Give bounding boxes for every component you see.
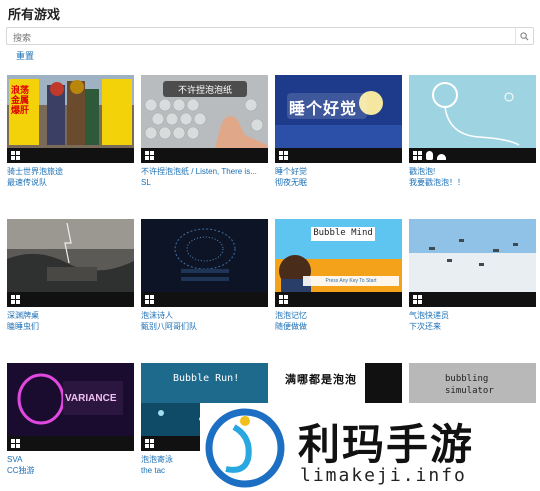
game-title[interactable]: 骑士世界泡旅途 [7, 166, 134, 177]
game-card[interactable]: VARIANCE SVA CC独游 [7, 363, 134, 476]
game-author[interactable]: 随便做做 [275, 321, 402, 332]
windows-icon [279, 151, 288, 160]
watermark: 利玛手游 limakeji.info [200, 403, 540, 491]
game-thumbnail[interactable] [409, 219, 536, 307]
thumb-caption: 满哪都是泡泡 [285, 374, 357, 386]
windows-icon [145, 439, 154, 448]
windows-icon [11, 439, 20, 448]
game-thumbnail[interactable]: VARIANCE [7, 363, 134, 451]
game-title[interactable]: 深渊牌桌 [7, 310, 134, 321]
platform-bar [7, 148, 134, 163]
platform-bar [409, 292, 536, 307]
search-button[interactable] [515, 28, 533, 44]
windows-icon [413, 151, 422, 160]
windows-icon [145, 295, 154, 304]
game-title[interactable]: 气泡快递员 [409, 310, 536, 321]
watermark-logo [205, 408, 285, 488]
game-thumbnail[interactable]: Bubble Mind Press Any Key To Start [275, 219, 402, 307]
game-card[interactable]: 泡沫诗人 甄别八阿哥们队 [141, 219, 268, 332]
game-author[interactable]: 甄别八阿哥们队 [141, 321, 268, 332]
game-title[interactable]: 泡沫诗人 [141, 310, 268, 321]
watermark-brand: 利玛手游 [298, 421, 475, 468]
game-thumbnail[interactable] [141, 219, 268, 307]
game-thumbnail[interactable]: 不许捏泡泡纸 [141, 75, 268, 163]
android-icon [437, 153, 446, 160]
game-title[interactable]: 不许捏泡泡纸 / Listen, There is... [141, 166, 268, 177]
thumb-caption: 睡个好觉 [289, 101, 358, 118]
platform-bar [7, 436, 134, 451]
page-title: 所有游戏 [8, 7, 61, 22]
linux-icon [426, 151, 433, 160]
game-card[interactable]: 深渊牌桌 瞌睡虫们 [7, 219, 134, 332]
game-card[interactable]: 戳泡泡! 我要戳泡泡！！ [409, 75, 536, 188]
game-thumbnail[interactable]: 睡个好觉 [275, 75, 402, 163]
watermark-domain: limakeji.info [300, 465, 467, 486]
game-title[interactable]: SVA [7, 454, 134, 465]
windows-icon [145, 151, 154, 160]
game-title[interactable]: 睡个好觉 [275, 166, 402, 177]
thumb-caption: 不许捏泡泡纸 [177, 85, 232, 95]
game-thumbnail[interactable]: 浪荡金属 爆肝 [7, 75, 134, 163]
thumb-caption: 浪荡金属 爆肝 [11, 85, 30, 115]
game-author[interactable]: 最速传说队 [7, 177, 134, 188]
thumb-caption: Bubble Run! [173, 373, 240, 384]
windows-icon [11, 151, 20, 160]
game-title[interactable]: 泡泡记忆 [275, 310, 402, 321]
game-card[interactable]: Bubble Mind Press Any Key To Start 泡泡记忆 … [275, 219, 402, 332]
windows-icon [11, 295, 20, 304]
windows-icon [279, 295, 288, 304]
game-card[interactable]: 不许捏泡泡纸 不许捏泡泡纸 / Listen, There is... SL [141, 75, 268, 188]
search-box [6, 27, 534, 46]
game-thumbnail[interactable] [409, 75, 536, 163]
platform-bar [7, 292, 134, 307]
game-thumbnail[interactable] [7, 219, 134, 307]
game-author[interactable]: 彻夜无眠 [275, 177, 402, 188]
platform-bar [141, 148, 268, 163]
thumb-caption: bubbling simulator [445, 374, 494, 396]
game-card[interactable]: 睡个好觉 睡个好觉 彻夜无眠 [275, 75, 402, 188]
search-input[interactable] [7, 30, 513, 46]
windows-icon [413, 295, 422, 304]
game-author[interactable]: 下次还来 [409, 321, 536, 332]
thumb-caption: Bubble Mind [313, 228, 373, 238]
platform-bar [141, 292, 268, 307]
game-author[interactable]: CC独游 [7, 465, 134, 476]
game-author[interactable]: 瞌睡虫们 [7, 321, 134, 332]
game-author[interactable]: SL [141, 177, 268, 188]
game-title[interactable]: 戳泡泡! [409, 166, 536, 177]
search-icon [520, 31, 529, 41]
game-card[interactable]: 气泡快递员 下次还来 [409, 219, 536, 332]
thumb-subcaption: Press Any Key To Start [325, 278, 377, 284]
platform-bar [409, 148, 536, 163]
platform-bar [275, 148, 402, 163]
game-card[interactable]: 浪荡金属 爆肝 骑士世界泡旅途 最速传说队 [7, 75, 134, 188]
reset-link[interactable]: 重置 [16, 49, 34, 62]
platform-bar [275, 292, 402, 307]
thumb-caption: VARIANCE [65, 393, 117, 404]
game-author[interactable]: 我要戳泡泡！！ [409, 177, 536, 188]
